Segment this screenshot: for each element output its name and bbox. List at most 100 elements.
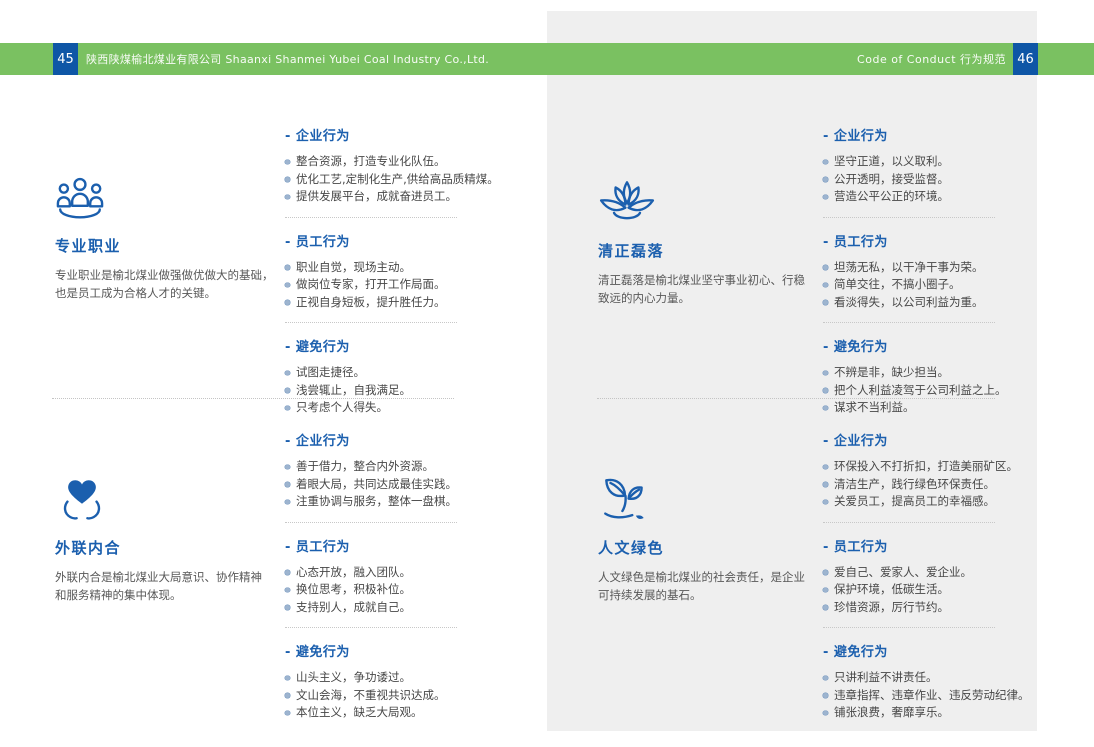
behavior-item: 坦荡无私，以干净干事为荣。 [823,259,1038,277]
behavior-item: 关爱员工，提高员工的幸福感。 [823,493,1038,511]
behavior-item: 本位主义，缺乏大局观。 [285,704,520,722]
behavior-item: 爱自己、爱家人、爱企业。 [823,564,1038,582]
group-heading: -企业行为 [823,430,1038,449]
bullet-dot-icon [285,570,290,575]
section-info: 外联内合 外联内合是榆北煤业大局意识、协作精神和服务精神的集中体现。 [55,430,285,604]
section-description: 专业职业是榆北煤业做强做优做大的基础，也是员工成为合格人才的关键。 [55,267,279,302]
group-corporate-behavior: -企业行为 整合资源，打造专业化队伍。优化工艺,定制化生产,供给高品质精煤。提供… [285,125,520,218]
behavior-item: 只考虑个人得失。 [285,399,520,417]
behavior-item: 优化工艺,定制化生产,供给高品质精煤。 [285,171,520,189]
page-header-band: 45 陕西陕煤榆北煤业有限公司 Shaanxi Shanmei Yubei Co… [0,43,1094,75]
section-green: 人文绿色 人文绿色是榆北煤业的社会责任，是企业可持续发展的基石。 -企业行为 环… [598,430,1038,722]
behavior-list: 坦荡无私，以干净干事为荣。简单交往，不搞小圈子。看淡得失，以公司利益为重。 [823,259,1038,312]
section-info: 人文绿色 人文绿色是榆北煤业的社会责任，是企业可持续发展的基石。 [598,430,823,604]
group-heading: -员工行为 [823,231,1038,250]
group-heading: -企业行为 [285,125,520,144]
behavior-item: 做岗位专家，打开工作局面。 [285,276,520,294]
dash-mark: - [285,434,291,449]
behavior-item: 珍惜资源，厉行节约。 [823,599,1038,617]
dotted-separator [285,627,457,628]
section-info: 清正磊落 清正磊落是榆北煤业坚守事业初心、行稳致远的内心力量。 [598,125,823,307]
bullet-dot-icon [823,300,828,305]
bullet-dot-icon [285,500,290,505]
behavior-list: 只讲利益不讲责任。违章指挥、违章作业、违反劳动纪律。铺张浪费，奢靡享乐。 [823,669,1038,722]
dash-mark: - [823,129,829,144]
dash-mark: - [285,645,291,660]
behavior-list: 善于借力，整合内外资源。着眼大局，共同达成最佳实践。注重协调与服务，整体一盘棋。 [285,458,520,511]
behavior-item: 着眼大局，共同达成最佳实践。 [285,476,520,494]
group-heading: -避免行为 [823,641,1038,660]
section-description: 外联内合是榆北煤业大局意识、协作精神和服务精神的集中体现。 [55,569,270,604]
dotted-separator [823,217,995,218]
dash-mark: - [285,129,291,144]
behavior-groups: -企业行为 善于借力，整合内外资源。着眼大局，共同达成最佳实践。注重协调与服务，… [285,430,520,722]
section-description: 人文绿色是榆北煤业的社会责任，是企业可持续发展的基石。 [598,569,813,604]
behavior-groups: -企业行为 整合资源，打造专业化队伍。优化工艺,定制化生产,供给高品质精煤。提供… [285,125,520,417]
bullet-dot-icon [285,588,290,593]
bullet-dot-icon [285,605,290,610]
behavior-list: 环保投入不打折扣，打造美丽矿区。清洁生产，践行绿色环保责任。关爱员工，提高员工的… [823,458,1038,511]
bullet-dot-icon [285,160,290,165]
behavior-item: 公开透明，接受监督。 [823,171,1038,189]
section-collaboration: 外联内合 外联内合是榆北煤业大局意识、协作精神和服务精神的集中体现。 -企业行为… [55,430,520,722]
group-employee-behavior: -员工行为 心态开放，融入团队。换位思考，积极补位。支持别人，成就自己。 [285,536,520,629]
behavior-item: 不辨是非，缺少担当。 [823,364,1038,382]
behavior-item: 文山会海，不重视共识达成。 [285,687,520,705]
behavior-list: 山头主义，争功诿过。文山会海，不重视共识达成。本位主义，缺乏大局观。 [285,669,520,722]
dotted-separator [823,627,995,628]
section-title: 外联内合 [55,537,285,558]
dotted-separator [285,217,457,218]
dotted-separator [285,322,457,323]
behavior-item: 坚守正道，以义取利。 [823,153,1038,171]
behavior-item: 心态开放，融入团队。 [285,564,520,582]
behavior-list: 整合资源，打造专业化队伍。优化工艺,定制化生产,供给高品质精煤。提供发展平台，成… [285,153,520,206]
bullet-dot-icon [823,693,828,698]
dash-mark: - [823,645,829,660]
dash-mark: - [823,340,829,355]
bullet-dot-icon [285,265,290,270]
lotus-icon [598,175,823,225]
heart-in-hands-icon [55,472,285,522]
behavior-item: 营造公平公正的环境。 [823,188,1038,206]
bullet-dot-icon [285,371,290,376]
bullet-dot-icon [285,711,290,716]
bullet-dot-icon [823,388,828,393]
people-group-icon [55,170,285,220]
behavior-item: 简单交往，不搞小圈子。 [823,276,1038,294]
behavior-groups: -企业行为 环保投入不打折扣，打造美丽矿区。清洁生产，践行绿色环保责任。关爱员工… [823,430,1038,722]
behavior-groups: -企业行为 坚守正道，以义取利。公开透明，接受监督。营造公平公正的环境。 -员工… [823,125,1038,417]
behavior-item: 正视自身短板，提升胜任力。 [285,294,520,312]
section-integrity: 清正磊落 清正磊落是榆北煤业坚守事业初心、行稳致远的内心力量。 -企业行为 坚守… [598,125,1038,417]
section-title: 人文绿色 [598,537,823,558]
bullet-dot-icon [823,482,828,487]
bullet-dot-icon [823,570,828,575]
behavior-item: 试图走捷径。 [285,364,520,382]
section-info: 专业职业 专业职业是榆北煤业做强做优做大的基础，也是员工成为合格人才的关键。 [55,125,285,302]
section-description: 清正磊落是榆北煤业坚守事业初心、行稳致远的内心力量。 [598,272,813,307]
behavior-item: 提供发展平台，成就奋进员工。 [285,188,520,206]
right-page-number: 46 [1013,43,1038,75]
behavior-list: 职业自觉，现场主动。做岗位专家，打开工作局面。正视自身短板，提升胜任力。 [285,259,520,312]
section-professional: 专业职业 专业职业是榆北煤业做强做优做大的基础，也是员工成为合格人才的关键。 -… [55,125,520,417]
behavior-item: 浅尝辄止，自我满足。 [285,382,520,400]
behavior-item: 环保投入不打折扣，打造美丽矿区。 [823,458,1038,476]
bullet-dot-icon [823,676,828,681]
group-heading: -避免行为 [823,336,1038,355]
behavior-item: 职业自觉，现场主动。 [285,259,520,277]
behavior-item: 违章指挥、违章作业、违反劳动纪律。 [823,687,1038,705]
behavior-list: 试图走捷径。浅尝辄止，自我满足。只考虑个人得失。 [285,364,520,417]
group-heading: -员工行为 [285,231,520,250]
behavior-list: 不辨是非，缺少担当。把个人利益凌驾于公司利益之上。谋求不当利益。 [823,364,1038,417]
bullet-dot-icon [823,160,828,165]
behavior-list: 爱自己、爱家人、爱企业。保护环境，低碳生活。珍惜资源，厉行节约。 [823,564,1038,617]
group-heading: -避免行为 [285,641,520,660]
group-corporate-behavior: -企业行为 环保投入不打折扣，打造美丽矿区。清洁生产，践行绿色环保责任。关爱员工… [823,430,1038,523]
behavior-item: 保护环境，低碳生活。 [823,581,1038,599]
group-avoid-behavior: -避免行为 山头主义，争功诿过。文山会海，不重视共识达成。本位主义，缺乏大局观。 [285,641,520,722]
behavior-item: 山头主义，争功诿过。 [285,669,520,687]
group-avoid-behavior: -避免行为 只讲利益不讲责任。违章指挥、违章作业、违反劳动纪律。铺张浪费，奢靡享… [823,641,1038,722]
bullet-dot-icon [823,406,828,411]
bullet-dot-icon [285,195,290,200]
bullet-dot-icon [285,388,290,393]
dash-mark: - [285,540,291,555]
